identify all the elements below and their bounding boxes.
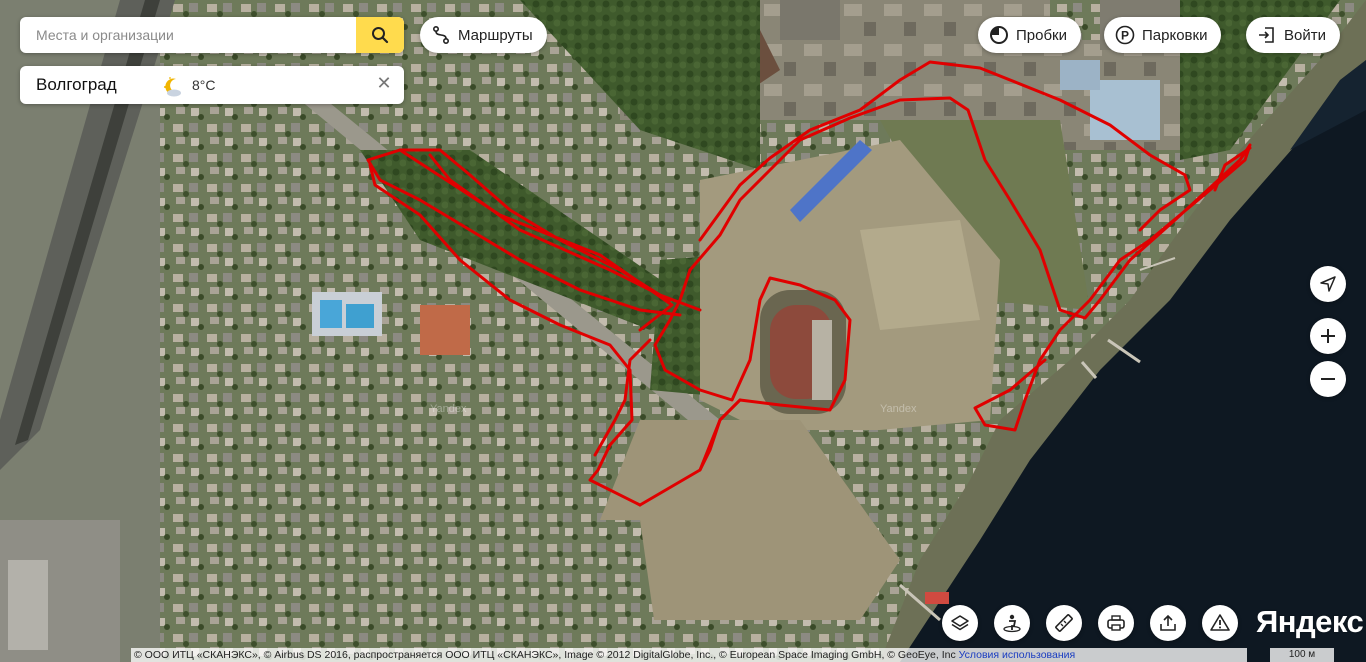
watermark-2: Yandex bbox=[880, 403, 917, 415]
weather-panel: Волгоград 8°C ✕ bbox=[20, 66, 404, 104]
parking-label: Парковки bbox=[1142, 26, 1208, 44]
login-label: Войти bbox=[1284, 26, 1326, 44]
search-button[interactable] bbox=[356, 17, 404, 53]
zoom-in-icon bbox=[1321, 329, 1335, 343]
city-name[interactable]: Волгоград bbox=[36, 75, 117, 95]
locate-button[interactable] bbox=[1310, 266, 1346, 302]
login-icon bbox=[1256, 24, 1278, 46]
routes-icon bbox=[430, 24, 452, 46]
ruler-icon bbox=[1055, 614, 1073, 632]
scale-label: 100 м bbox=[1288, 649, 1316, 660]
report-icon bbox=[1210, 614, 1230, 631]
watermark-1: Yandex bbox=[430, 403, 467, 415]
report-button[interactable] bbox=[1202, 605, 1238, 641]
layers-icon bbox=[951, 615, 969, 631]
traffic-button[interactable]: Пробки bbox=[978, 17, 1081, 53]
routes-button[interactable]: Маршруты bbox=[420, 17, 547, 53]
layers-button[interactable] bbox=[942, 605, 978, 641]
ruler-button[interactable] bbox=[1046, 605, 1082, 641]
parking-icon: P bbox=[1114, 24, 1136, 46]
traffic-icon bbox=[988, 24, 1010, 46]
locate-icon bbox=[1320, 276, 1336, 292]
temperature: 8°C bbox=[192, 77, 216, 93]
routes-label: Маршруты bbox=[458, 26, 533, 44]
login-button[interactable]: Войти bbox=[1246, 17, 1340, 53]
parking-button[interactable]: P Парковки bbox=[1104, 17, 1222, 53]
search-input[interactable] bbox=[20, 17, 356, 53]
panorama-icon bbox=[1003, 614, 1021, 633]
search-box bbox=[20, 17, 404, 53]
weather-moon-icon bbox=[164, 77, 181, 97]
close-icon[interactable]: ✕ bbox=[374, 73, 394, 93]
share-button[interactable] bbox=[1150, 605, 1186, 641]
traffic-label: Пробки bbox=[1016, 26, 1067, 44]
zoom-out-icon bbox=[1321, 378, 1335, 380]
copyright-text: © ООО ИТЦ «СКАНЭКС», © Airbus DS 2016, р… bbox=[134, 649, 959, 661]
scale-bar: 100 м bbox=[1270, 648, 1334, 662]
search-icon bbox=[372, 27, 389, 44]
terms-link[interactable]: Условия использования bbox=[959, 649, 1076, 661]
copyright-bar: © ООО ИТЦ «СКАНЭКС», © Airbus DS 2016, р… bbox=[131, 648, 1247, 662]
svg-text:P: P bbox=[1121, 29, 1129, 43]
print-icon bbox=[1107, 615, 1125, 631]
yandex-logo[interactable]: Яндекс bbox=[1256, 604, 1364, 640]
panorama-button[interactable] bbox=[994, 605, 1030, 641]
print-button[interactable] bbox=[1098, 605, 1134, 641]
zoom-out-button[interactable] bbox=[1310, 361, 1346, 397]
share-icon bbox=[1160, 614, 1176, 631]
zoom-in-button[interactable] bbox=[1310, 318, 1346, 354]
